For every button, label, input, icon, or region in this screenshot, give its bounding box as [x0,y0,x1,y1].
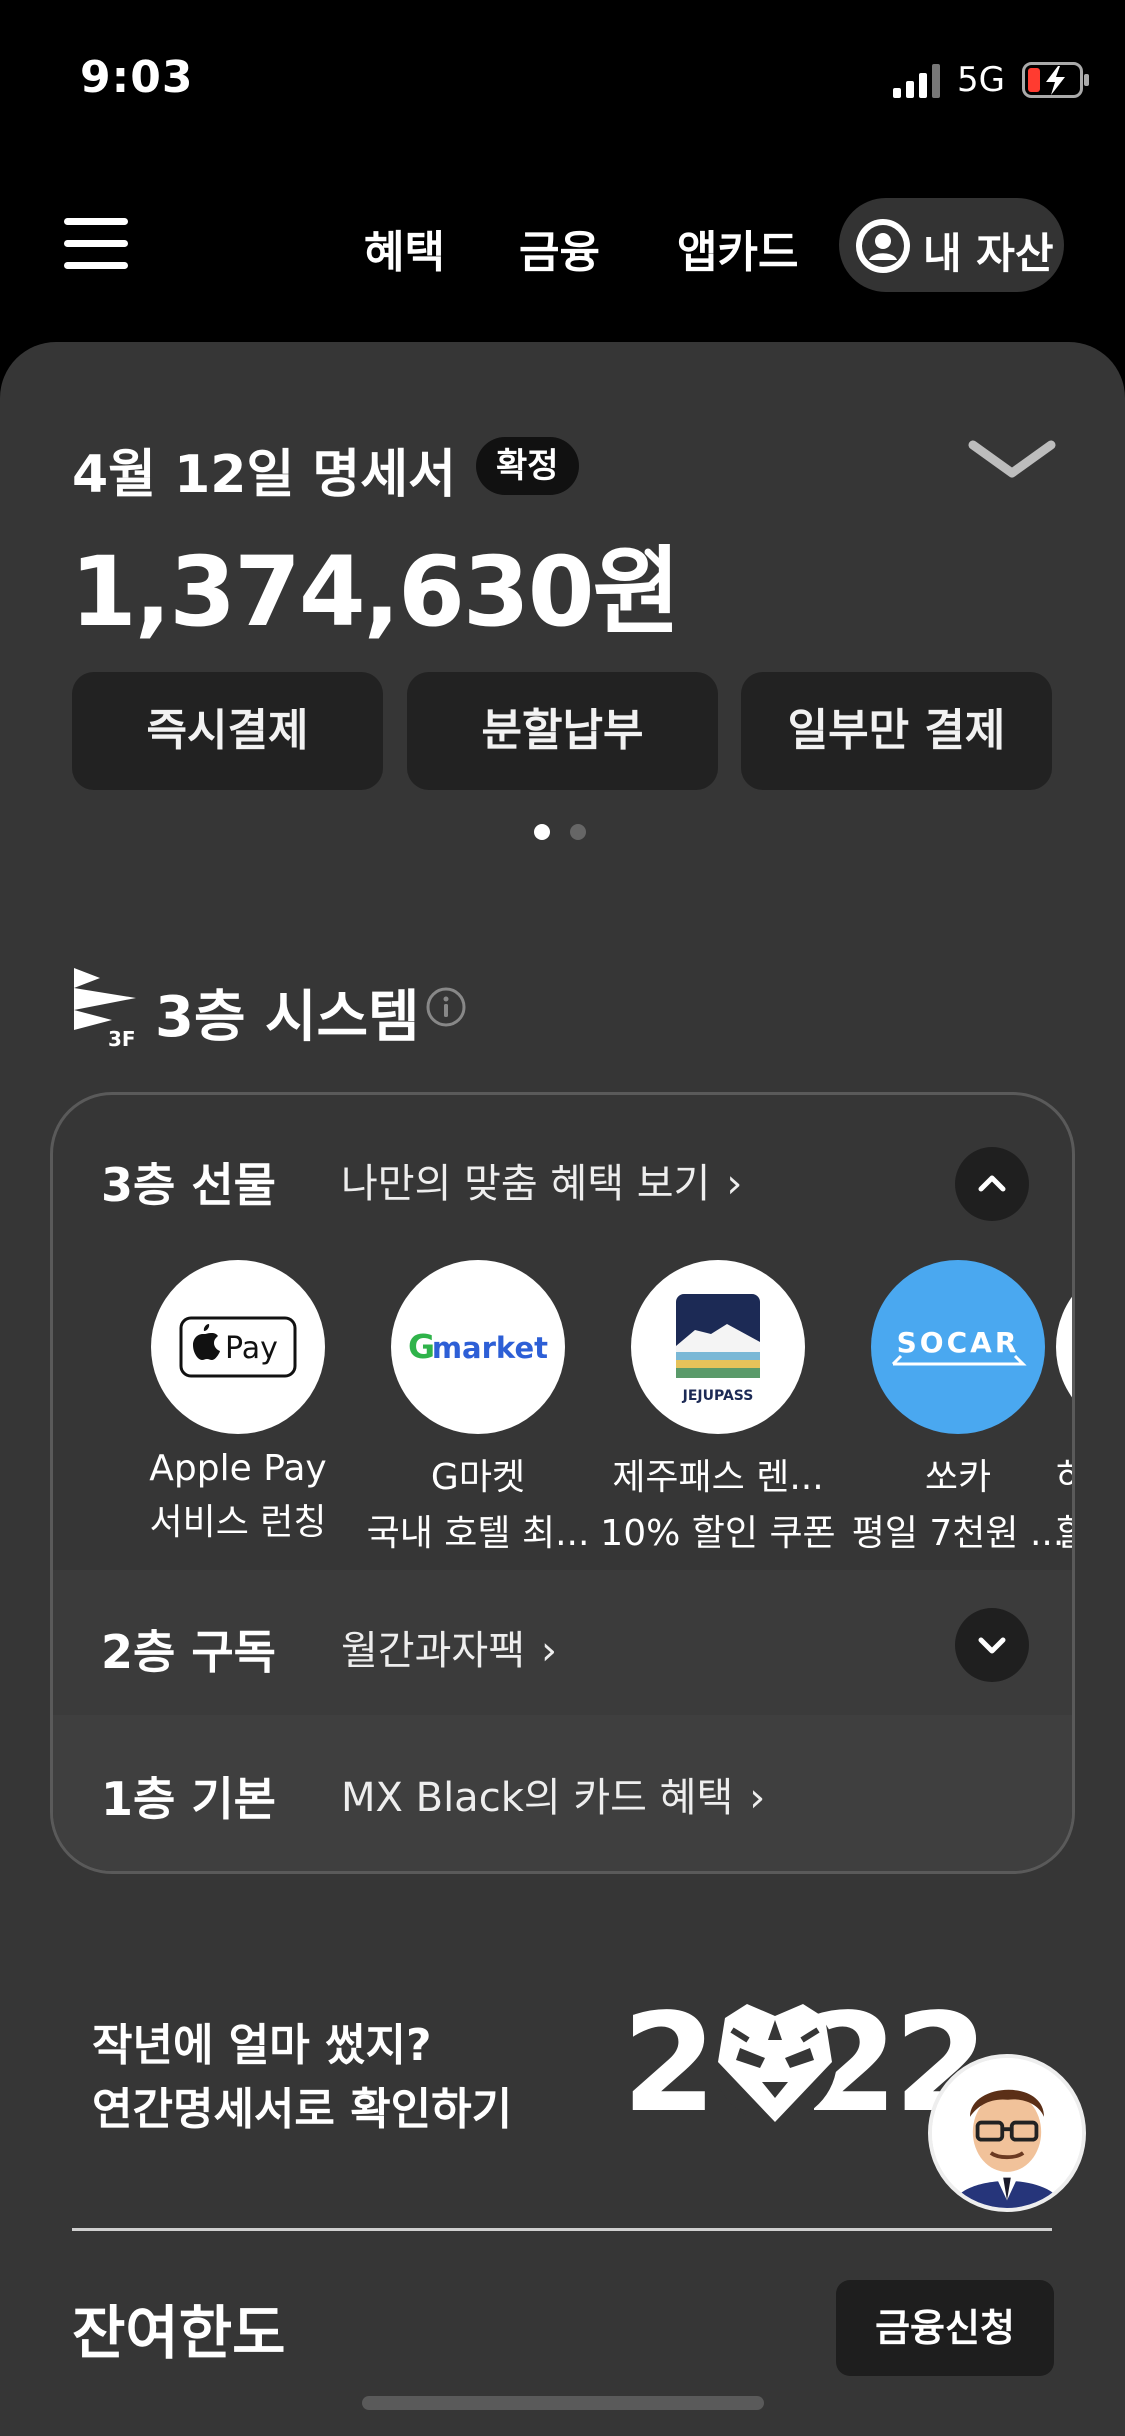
status-time: 9:03 [80,52,194,103]
layer1-section[interactable]: 1층 기본 MX Black의 카드 혜택 › [53,1715,1072,1871]
my-assets-button[interactable]: 내 자산 [839,198,1064,292]
page-indicator [534,822,594,842]
gift-name: 쏘카 [924,1457,992,1498]
finance-apply-button[interactable]: 금융신청 [836,2280,1054,2376]
3f-layers-box: 3층 선물 나만의 맞춤 혜택 보기 › Pay Apple Pay 서비스 런… [50,1092,1075,1874]
instant-pay-button[interactable]: 즉시결제 [72,672,383,790]
statement-title: 4월 12일 명세서 [72,445,456,505]
svg-text:JEJUPASS: JEJUPASS [682,1388,754,1404]
statement-amount[interactable]: 1,374,630원 [70,514,681,653]
svg-text:SOCAR: SOCAR [897,1326,1020,1359]
gift-name: G마켓 [430,1457,526,1498]
network-type: 5G [957,60,1005,100]
info-icon[interactable] [425,986,467,1028]
socar-logo: SOCAR [871,1260,1045,1434]
home-indicator[interactable] [362,2396,764,2410]
layer2-link-label: 월간과자팩 [341,1628,525,1674]
page-dot [570,824,586,840]
svg-text:Pay: Pay [225,1331,278,1366]
layer2-link[interactable]: 월간과자팩 › [341,1618,557,1676]
chevron-down-icon [978,1637,1006,1654]
layer3-collapse-button[interactable] [955,1147,1029,1221]
gift-desc: 10% 할인 쿠폰 [600,1513,836,1554]
3f-logo-text: 3F [108,1027,136,1048]
chevron-right-icon[interactable] [640,542,676,598]
gift-item-gmarket[interactable]: Gmarket G G마켓 국내 호텔 최... [358,1260,598,1556]
installment-button[interactable]: 분할납부 [407,672,718,790]
nav-link-finance[interactable]: 금융 [519,216,600,280]
main-card: 4월 12일 명세서 확정 1,374,630원 즉시결제 분할납부 일부만 결… [0,342,1125,2436]
partial-pay-button[interactable]: 일부만 결제 [741,672,1052,790]
layer3-section: 3층 선물 나만의 맞춤 혜택 보기 › Pay Apple Pay 서비스 런… [53,1095,1072,1570]
chevron-right-icon: › [541,1628,557,1674]
gift-desc: 평일 7천원 ... [851,1513,1065,1554]
layer1-link[interactable]: MX Black의 카드 혜택 › [341,1765,765,1823]
layer1-link-label: MX Black의 카드 혜택 [341,1775,734,1821]
nav-link-benefits[interactable]: 혜택 [364,216,445,280]
status-bar: 9:03 5G [0,0,1125,160]
annual-line2: 연간명세서로 확인하기 [92,2084,513,2135]
gift-item-jejupass[interactable]: JEJUPASS 제주패스 렌... 10% 할인 쿠폰 [598,1260,838,1556]
chevron-right-icon: › [749,1775,766,1821]
layer2-expand-button[interactable] [955,1608,1029,1682]
nav-link-appcard[interactable]: 앱카드 [677,216,798,280]
svg-text:G: G [408,1327,435,1366]
annual-line1: 작년에 얼마 썼지? [92,2020,432,2071]
layer3-link[interactable]: 나만의 맞춤 혜택 보기 › [341,1151,742,1209]
hamburger-menu-icon[interactable] [64,218,128,272]
assistant-avatar[interactable] [928,2054,1086,2212]
gift-item-socar[interactable]: SOCAR 쏘카 평일 7천원 ... [838,1260,1072,1556]
user-circle-icon [856,219,910,273]
apple-pay-logo: Pay [151,1260,325,1434]
gift-item-apple-pay[interactable]: Pay Apple Pay 서비스 런칭 [118,1260,358,1545]
jejupass-logo: JEJUPASS [631,1260,805,1434]
tiger-face-icon [713,1998,837,2122]
my-assets-label: 내 자산 [923,229,1054,278]
system-title: 3층 시스템 [155,985,420,1050]
battery-charging-icon [1022,62,1089,98]
chevron-up-icon [978,1175,1006,1192]
gift-desc: 서비스 런칭 [149,1502,327,1543]
layer1-name: 1층 기본 [101,1772,276,1826]
page-dot-active [534,824,550,840]
layer3-link-label: 나만의 맞춤 혜택 보기 [341,1161,711,1207]
gmarket-logo: Gmarket G [391,1260,565,1434]
status-badge: 확정 [476,437,579,495]
layer3-name: 3층 선물 [101,1158,276,1212]
gift-desc: 국내 호텔 최... [366,1513,590,1554]
layer2-name: 2층 구독 [101,1625,276,1679]
gift-item-partial[interactable]: 하 할 [1056,1260,1072,1556]
character-face-icon [932,2058,1082,2208]
signal-icon [893,64,940,98]
chevron-down-icon[interactable] [967,437,1057,483]
gift-name: 제주패스 렌... [612,1457,824,1498]
chevron-right-icon: › [726,1161,743,1207]
remaining-limit-title: 잔여한도 [72,2299,286,2367]
annual-statement-banner[interactable]: 작년에 얼마 썼지? 연간명세서로 확인하기 [92,2014,512,2142]
gift-name: 하 [1056,1448,1072,1500]
section-divider [72,2228,1052,2231]
top-nav: 혜택 금융 앱카드 내 자산 [0,190,1125,300]
gift-name: Apple Pay [149,1448,327,1489]
layer2-section[interactable]: 2층 구독 월간과자팩 › [53,1570,1072,1715]
partial-gift-logo [1056,1260,1072,1434]
3f-logo-icon: 3F [74,968,136,1048]
gift-desc: 할 [1056,1504,1072,1556]
